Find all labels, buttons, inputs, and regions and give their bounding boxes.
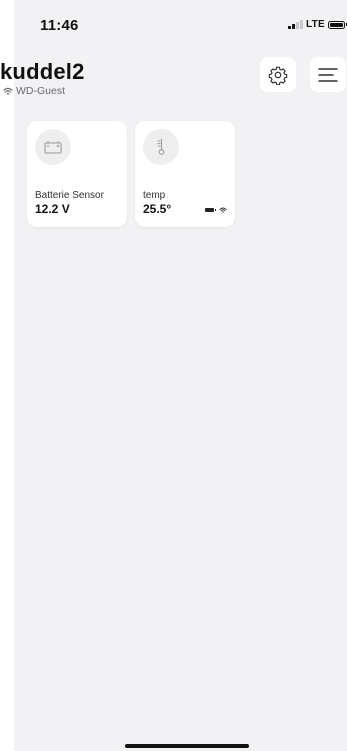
device-status-indicators	[205, 207, 227, 213]
device-value: 12.2 V	[35, 202, 70, 216]
menu-button[interactable]	[310, 57, 346, 92]
device-card-batterie-sensor[interactable]: Batterie Sensor 12.2 V	[27, 121, 127, 227]
gear-icon	[268, 66, 288, 85]
device-icon-circle	[143, 129, 179, 165]
app-screen: 11:46 LTE kuddel2 WD-Guest Batterie Sens…	[0, 0, 347, 751]
device-value: 25.5°	[143, 202, 172, 216]
page-title: kuddel2	[0, 59, 85, 84]
network-info: WD-Guest	[3, 85, 65, 97]
app-background	[14, 0, 347, 751]
battery-icon	[328, 20, 347, 29]
wifi-icon	[3, 87, 13, 95]
network-type-label: LTE	[305, 19, 325, 30]
device-name: Batterie Sensor	[35, 190, 104, 201]
settings-button[interactable]	[260, 57, 296, 92]
car-battery-icon	[44, 141, 62, 154]
device-name: temp	[143, 190, 166, 201]
cellular-signal-icon	[288, 20, 303, 29]
status-time: 11:46	[40, 17, 79, 34]
thermometer-icon	[157, 138, 165, 155]
status-bar: 11:46 LTE	[14, 0, 347, 44]
wifi-icon	[219, 207, 227, 213]
device-icon-circle	[35, 129, 71, 165]
network-name: WD-Guest	[16, 85, 66, 97]
device-card-temp[interactable]: temp 25.5°	[135, 121, 235, 227]
status-indicators: LTE	[288, 19, 347, 30]
hamburger-menu-icon	[318, 67, 338, 82]
battery-icon	[205, 207, 216, 213]
home-indicator[interactable]	[125, 744, 249, 748]
